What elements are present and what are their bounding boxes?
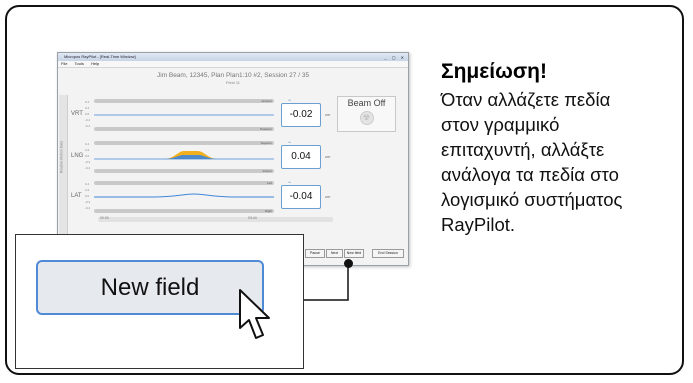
note-line: επιταχυντή, αλλάξτε	[441, 139, 605, 160]
note-line: RayPilot.	[441, 214, 516, 235]
zoom-callout: New field	[15, 234, 304, 369]
note-line: Όταν αλλάζετε πεδία	[441, 89, 611, 110]
note-body: Όταν αλλάζετε πεδία στον γραμμικό επιταχ…	[441, 87, 681, 237]
note-title: Σημείωση!	[441, 60, 548, 83]
connector-dot	[344, 259, 353, 268]
note-line: ανάλογα τα πεδία στο	[441, 164, 619, 185]
note-line: λογισμικό συστήματος	[441, 189, 623, 210]
note-line: στον γραμμικό	[441, 114, 560, 135]
mouse-pointer-icon	[239, 289, 270, 339]
note-block: Σημείωση! Όταν αλλάζετε πεδία στον γραμμ…	[441, 60, 681, 237]
new-field-button[interactable]: New field	[36, 260, 264, 315]
